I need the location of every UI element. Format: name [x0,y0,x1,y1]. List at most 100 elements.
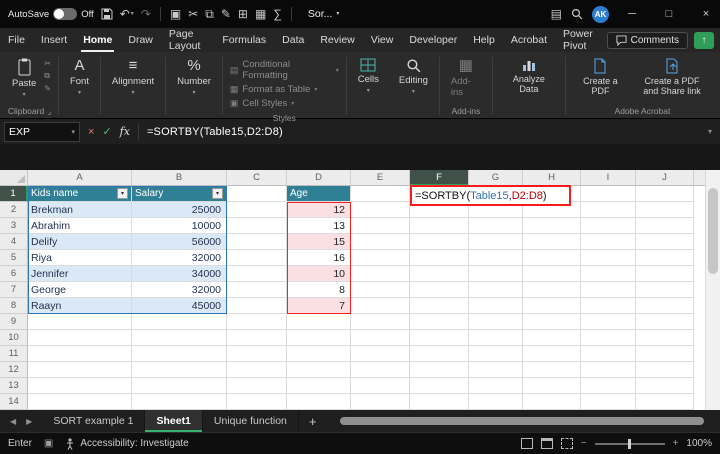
search-icon[interactable] [571,8,583,20]
cell[interactable] [227,346,287,362]
cell[interactable] [523,298,581,314]
table-icon[interactable]: ▦ [255,8,266,20]
cell-age[interactable]: 16 [287,250,351,266]
cell-age[interactable]: 13 [287,218,351,234]
cell[interactable] [523,314,581,330]
cell[interactable] [227,378,287,394]
undo-icon[interactable]: ↶ ▾ [120,8,134,20]
cell[interactable] [287,394,351,410]
expand-formula-bar-icon[interactable]: ▾ [708,127,712,136]
alignment-button[interactable]: ≡ Alignment ▾ [106,55,160,99]
col-header-g[interactable]: G [469,170,523,186]
cell-name[interactable]: Riya [28,250,132,266]
col-header-e[interactable]: E [351,170,410,186]
col-header-i[interactable]: I [581,170,636,186]
cell[interactable] [581,346,636,362]
clipboard-icon[interactable]: ▣ [170,8,181,20]
copy-icon[interactable]: ⧉ [44,71,51,81]
cell[interactable] [410,394,469,410]
page-break-view-icon[interactable] [560,438,573,449]
tab-file[interactable]: File [0,28,33,52]
cell-salary[interactable]: 32000 [132,250,227,266]
cell[interactable] [227,266,287,282]
cell[interactable] [28,394,132,410]
row-header-11[interactable]: 11 [0,346,28,362]
comments-button[interactable]: Comments [606,31,688,49]
normal-view-icon[interactable] [520,438,533,449]
cell[interactable] [581,298,636,314]
cell[interactable] [351,378,410,394]
cell[interactable] [410,298,469,314]
cell[interactable] [351,234,410,250]
tab-developer[interactable]: Developer [401,28,465,52]
col-header-b[interactable]: B [132,170,227,186]
cell[interactable] [636,234,694,250]
cell[interactable] [227,330,287,346]
cell[interactable] [132,314,227,330]
cell[interactable] [351,330,410,346]
scrollbar-thumb[interactable] [340,417,704,425]
borders-icon[interactable]: ⊞ [238,8,248,20]
row-header-2[interactable]: 2 [0,202,28,218]
sheet-tab-sheet1[interactable]: Sheet1 [145,410,203,432]
cell[interactable] [351,218,410,234]
zoom-slider[interactable] [594,438,665,449]
font-button[interactable]: A Font ▾ [64,55,95,99]
cell[interactable] [469,314,523,330]
sheet-tab-unique-function[interactable]: Unique function [203,410,299,432]
cell[interactable] [469,250,523,266]
select-all-corner[interactable] [0,170,28,186]
cell[interactable] [523,362,581,378]
cell[interactable] [581,394,636,410]
col-header-h[interactable]: H [523,170,581,186]
row-header-14[interactable]: 14 [0,394,28,410]
cell[interactable] [410,378,469,394]
cell[interactable] [351,314,410,330]
cell-age[interactable]: 15 [287,234,351,250]
col-header-a[interactable]: A [28,170,132,186]
page-layout-view-icon[interactable] [540,438,553,449]
row-header-1[interactable]: 1 [0,186,28,202]
cell[interactable] [287,314,351,330]
cell-age[interactable]: 12 [287,202,351,218]
cell[interactable] [581,330,636,346]
cell[interactable] [469,298,523,314]
cell[interactable] [636,362,694,378]
cell[interactable] [227,282,287,298]
row-header-5[interactable]: 5 [0,250,28,266]
tab-view[interactable]: View [363,28,402,52]
cell[interactable] [351,266,410,282]
create-pdf-share-button[interactable]: Create a PDF and Share link [630,55,714,100]
cell[interactable] [523,266,581,282]
document-title[interactable]: Sor... ▾ [308,8,340,20]
cell[interactable] [227,250,287,266]
cell-age[interactable]: 8 [287,282,351,298]
cell[interactable] [28,330,132,346]
cell[interactable] [351,202,410,218]
cell[interactable] [351,346,410,362]
redo-icon[interactable]: ↷ [141,8,151,20]
cell[interactable] [636,218,694,234]
maximize-button[interactable]: □ [655,0,683,28]
cell-age[interactable]: 7 [287,298,351,314]
cell-salary[interactable]: 34000 [132,266,227,282]
cell-A1-kids-name-header[interactable]: Kids name ▾ [28,186,132,202]
cells-button[interactable]: Cells ▾ [352,55,385,97]
row-header-6[interactable]: 6 [0,266,28,282]
col-header-d[interactable]: D [287,170,351,186]
ribbon-options-icon[interactable]: ▤ [551,8,562,20]
row-header-8[interactable]: 8 [0,298,28,314]
formula-input[interactable]: =SORTBY(Table15,D2:D8) [139,126,283,138]
cell-name[interactable]: Raayn [28,298,132,314]
minimize-button[interactable]: ─ [618,0,646,28]
cut-icon[interactable]: ✂ [188,8,198,20]
cell[interactable] [523,250,581,266]
cell[interactable] [636,346,694,362]
row-header-12[interactable]: 12 [0,362,28,378]
cell[interactable] [351,298,410,314]
cell[interactable] [287,330,351,346]
cell[interactable] [581,250,636,266]
cell[interactable] [351,250,410,266]
cell[interactable] [636,314,694,330]
cell[interactable] [581,362,636,378]
